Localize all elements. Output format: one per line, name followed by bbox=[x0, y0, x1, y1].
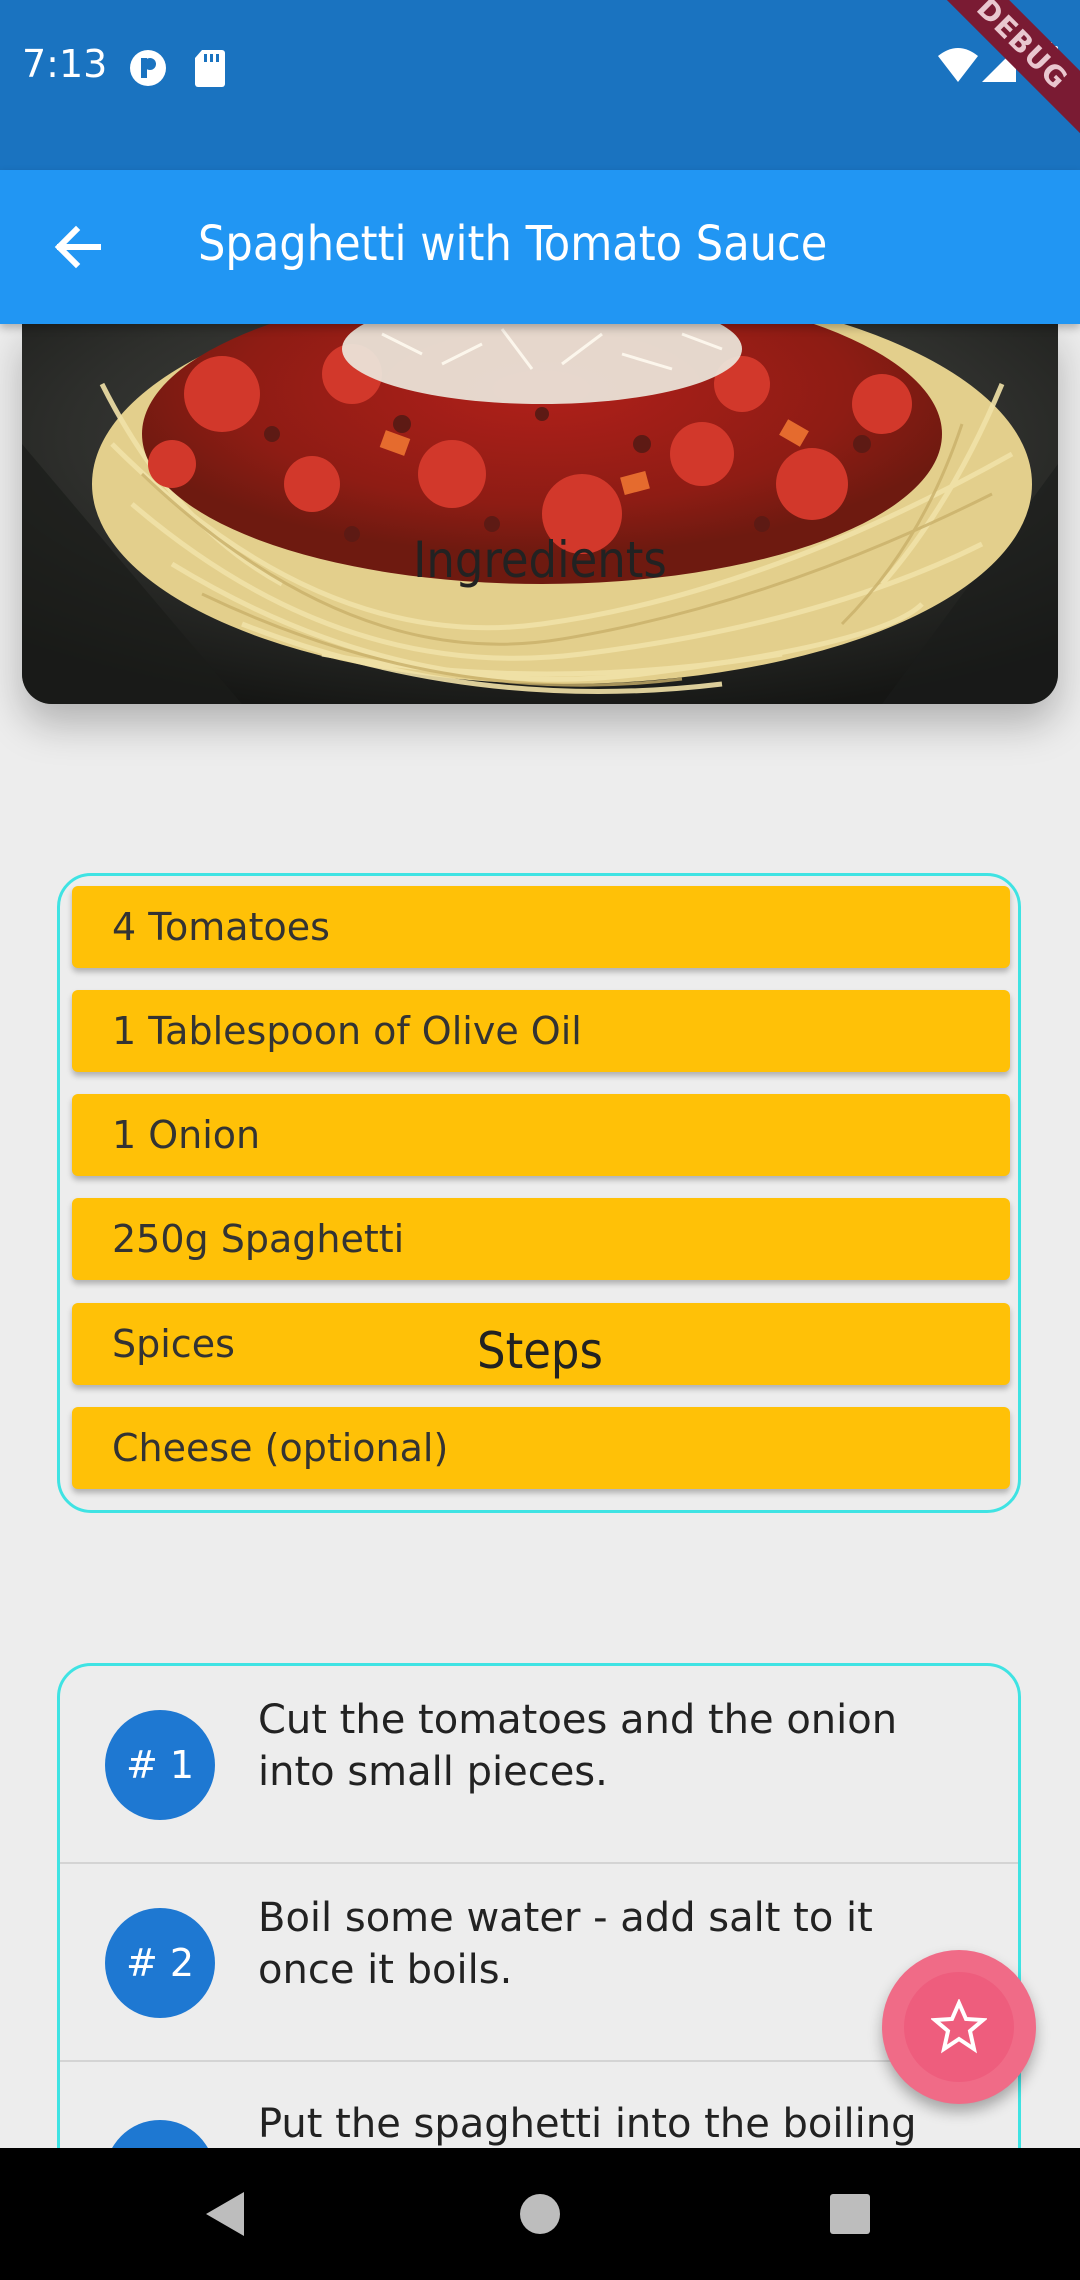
step-number-badge: # 2 bbox=[105, 1908, 215, 2018]
favorite-button[interactable] bbox=[882, 1950, 1036, 2104]
fab-ripple bbox=[904, 1972, 1014, 2082]
step-item: # 3 Put the spaghetti into the boiling w… bbox=[60, 2062, 1018, 2148]
app-screen: 7:13 DEBUG Spaghetti with Tomato Sauce I… bbox=[0, 0, 1080, 2280]
status-time: 7:13 bbox=[22, 42, 108, 86]
nav-back-button[interactable] bbox=[204, 2190, 248, 2242]
back-triangle-icon bbox=[206, 2192, 244, 2236]
step-number-badge: # 1 bbox=[105, 1710, 215, 1820]
nav-recents-button[interactable] bbox=[828, 2190, 872, 2242]
step-item: # 2 Boil some water - add salt to it onc… bbox=[60, 1864, 1018, 2062]
system-nav-bar bbox=[0, 2148, 1080, 2280]
nav-home-button[interactable] bbox=[518, 2190, 562, 2242]
arrow-back-icon bbox=[54, 225, 101, 269]
steps-heading: Steps bbox=[477, 1322, 603, 1380]
ingredient-item: 250g Spaghetti bbox=[72, 1198, 1010, 1280]
recents-square-icon bbox=[830, 2194, 870, 2234]
wifi-icon bbox=[938, 48, 978, 86]
status-bar: 7:13 DEBUG bbox=[0, 0, 1080, 170]
step-item: # 1 Cut the tomatoes and the onion into … bbox=[60, 1666, 1018, 1864]
ingredient-item: 1 Onion bbox=[72, 1094, 1010, 1176]
p-badge-icon bbox=[128, 48, 168, 92]
star-outline-icon bbox=[931, 1999, 987, 2054]
page-title: Spaghetti with Tomato Sauce bbox=[198, 216, 828, 272]
ingredients-heading: Ingredients bbox=[413, 531, 667, 589]
step-text: Cut the tomatoes and the onion into smal… bbox=[258, 1697, 898, 1795]
sd-card-icon bbox=[194, 48, 226, 92]
app-bar: Spaghetti with Tomato Sauce bbox=[0, 170, 1080, 324]
ingredient-item: Cheese (optional) bbox=[72, 1407, 1010, 1489]
back-button[interactable] bbox=[40, 210, 114, 284]
ingredients-list: 4 Tomatoes 1 Tablespoon of Olive Oil 1 O… bbox=[57, 873, 1021, 1513]
ingredient-item: 1 Tablespoon of Olive Oil bbox=[72, 990, 1010, 1072]
step-number-badge: # 3 bbox=[105, 2120, 215, 2148]
step-text: Put the spaghetti into the boiling water… bbox=[258, 2101, 917, 2147]
ingredient-item: 4 Tomatoes bbox=[72, 886, 1010, 968]
steps-list: # 1 Cut the tomatoes and the onion into … bbox=[57, 1663, 1021, 2148]
recipe-image bbox=[22, 324, 1058, 704]
step-text: Boil some water - add salt to it once it… bbox=[258, 1895, 873, 1993]
recipe-content[interactable]: Ingredients 4 Tomatoes 1 Tablespoon of O… bbox=[0, 324, 1080, 2148]
home-circle-icon bbox=[520, 2194, 560, 2234]
